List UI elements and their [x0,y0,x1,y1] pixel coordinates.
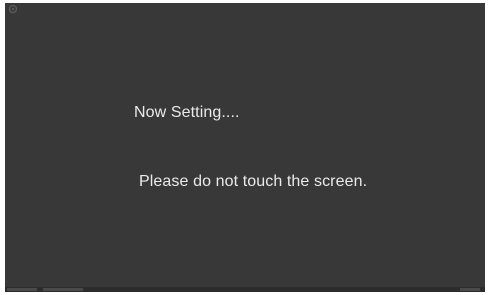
setting-status-title: Now Setting.... [134,104,240,121]
do-not-touch-message: Please do not touch the screen. [139,173,368,190]
setting-screen: Now Setting.... Please do not touch the … [5,3,485,292]
status-bar-segment [460,288,480,291]
status-bar-segment [7,288,37,291]
status-bar [5,287,485,292]
settings-icon [8,4,18,14]
status-bar-segment [43,288,83,291]
device-frame: Now Setting.... Please do not touch the … [0,0,489,295]
